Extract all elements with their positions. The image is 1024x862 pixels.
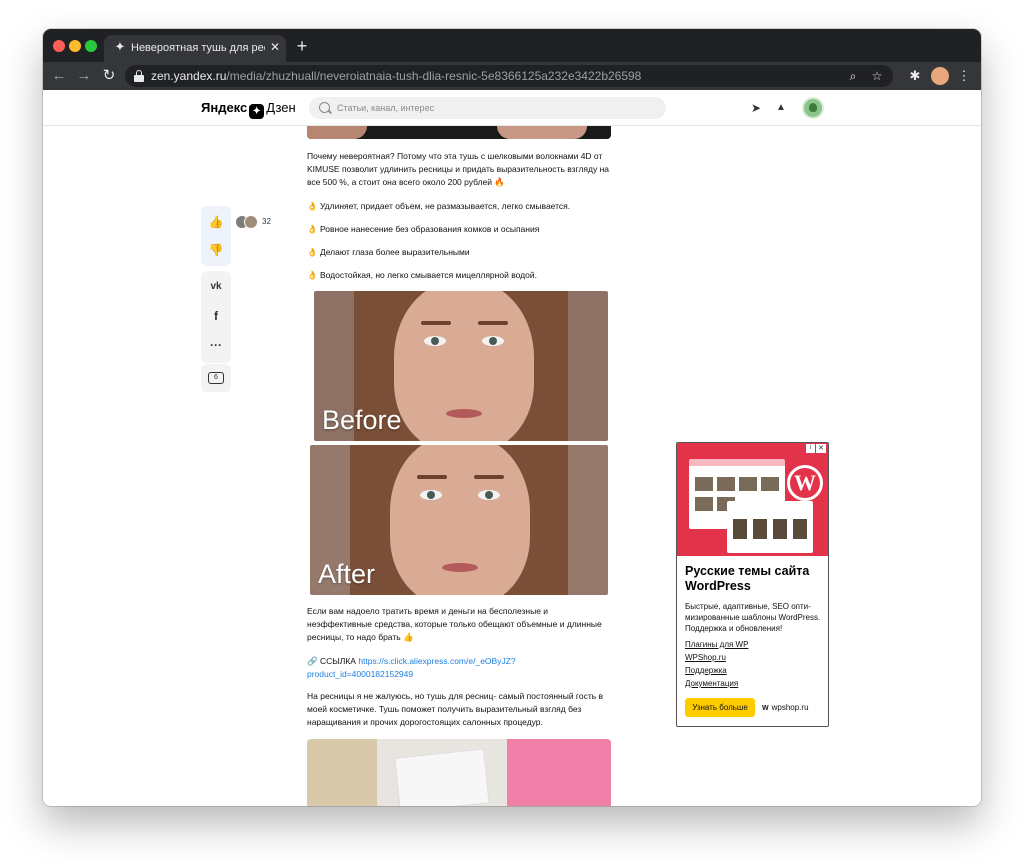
likes-count: 32	[262, 217, 271, 226]
ad-close-icon[interactable]: ✕	[816, 444, 826, 453]
before-label: Before	[322, 405, 402, 435]
user-avatar[interactable]	[802, 97, 824, 119]
tab-bar: ✦ Невероятная тушь для ресниц ✕ +	[43, 29, 981, 62]
close-tab-icon[interactable]: ✕	[268, 40, 282, 54]
vk-share-button[interactable]: vk	[201, 273, 231, 301]
zen-favicon-icon: ✦	[114, 39, 126, 54]
article-top-image	[307, 126, 611, 139]
address-bar[interactable]: zen.yandex.ru/media/zhuzhuall/neveroiatn…	[125, 65, 893, 87]
article-paragraph: Почему невероятная? Потому что эта тушь …	[307, 151, 610, 187]
url-text[interactable]: zen.yandex.ru/media/zhuzhuall/neveroiatn…	[151, 69, 641, 83]
article-paragraph: На ресницы я не жалуюсь, но тушь для рес…	[307, 691, 604, 727]
article-bottom-image	[307, 739, 611, 806]
article-paragraph: Если вам надоело тратить время и деньги …	[307, 606, 602, 642]
dislike-button[interactable]: 👎	[201, 236, 231, 264]
bookmark-star-icon[interactable]: ☆	[869, 68, 885, 84]
more-share-button[interactable]: ···	[201, 331, 231, 359]
forward-button[interactable]: →	[74, 66, 94, 86]
ad-cta-button[interactable]: Узнать больше	[685, 698, 755, 717]
extensions-icon[interactable]: ✱	[906, 67, 924, 85]
ad-link-plugins[interactable]: Плагины для WP	[685, 640, 748, 649]
active-tab[interactable]: ✦ Невероятная тушь для ресниц ✕	[104, 35, 286, 62]
profile-avatar[interactable]	[931, 67, 949, 85]
zoom-icon[interactable]: ⌕	[845, 68, 861, 84]
browser-menu-icon[interactable]: ⋮	[955, 67, 973, 85]
article-bullet: 👌 Ровное нанесение без образования комко…	[307, 224, 540, 234]
site-header: Яндекс✦Дзен ➤ ▲	[43, 90, 981, 126]
minimize-window-button[interactable]	[69, 40, 81, 52]
yandex-zen-logo[interactable]: Яндекс ✦ Дзен	[201, 100, 296, 119]
comments-count: 6	[208, 372, 224, 384]
ad-domain[interactable]: Wwpshop.ru	[762, 703, 809, 712]
maximize-window-button[interactable]	[85, 40, 97, 52]
lock-icon[interactable]	[134, 70, 144, 82]
page: Яндекс✦Дзен ➤ ▲ Почему невероятная? Пото…	[43, 90, 981, 806]
ad-link-docs[interactable]: Документация	[685, 679, 738, 688]
search-input[interactable]	[337, 101, 657, 115]
ad-link-support[interactable]: Поддержка	[685, 666, 727, 675]
ad-banner-image[interactable]: W i ✕	[677, 443, 828, 556]
ad-description: Быстрые, адаптивные, SEO опти- мизирован…	[685, 602, 821, 633]
liker-avatars[interactable]	[235, 215, 263, 229]
ad-link-wpshop[interactable]: WPShop.ru	[685, 653, 726, 662]
new-tab-button[interactable]: +	[293, 37, 311, 55]
bell-icon[interactable]: ▲	[772, 99, 790, 117]
article-bullet: 👌 Удлиняет, придает объем, не размазывае…	[307, 201, 571, 211]
before-photo: Before	[314, 291, 608, 441]
wpshop-logo-icon: W	[762, 705, 769, 712]
send-icon[interactable]: ➤	[747, 99, 765, 117]
facebook-share-button[interactable]: f	[201, 302, 231, 330]
wordpress-logo-icon: W	[787, 465, 823, 501]
search-icon	[319, 102, 330, 113]
ad-block[interactable]: W i ✕ Русские темы сайта WordPress Быстр…	[676, 442, 829, 727]
close-window-button[interactable]	[53, 40, 65, 52]
after-label: After	[318, 559, 376, 589]
share-panel: vk f ···	[201, 271, 231, 363]
ad-title[interactable]: Русские темы сайта WordPress	[685, 564, 823, 594]
browser-window: ✦ Невероятная тушь для ресниц ✕ + ← → ↻ …	[43, 29, 981, 806]
after-photo: After	[310, 445, 608, 595]
reload-button[interactable]: ↻	[99, 66, 119, 86]
back-button[interactable]: ←	[49, 66, 69, 86]
browser-toolbar: ← → ↻ zen.yandex.ru/media/zhuzhuall/neve…	[43, 62, 981, 90]
article-bullet: 👌 Делают глаза более выразительными	[307, 247, 470, 257]
article-bullet: 👌 Водостойкая, но легко смывается мицелл…	[307, 270, 537, 280]
ad-info-icon[interactable]: i	[806, 444, 815, 453]
reaction-panel: 👍 👎	[201, 206, 231, 266]
like-button[interactable]: 👍	[201, 208, 231, 236]
zen-logo-icon: ✦	[249, 104, 265, 119]
article-link-paragraph: 🔗 ССЫЛКА https://s.click.aliexpress.com/…	[307, 656, 516, 679]
comments-button[interactable]: 6	[201, 364, 231, 392]
tab-title: Невероятная тушь для ресниц	[131, 42, 265, 54]
search-box[interactable]	[309, 97, 666, 119]
